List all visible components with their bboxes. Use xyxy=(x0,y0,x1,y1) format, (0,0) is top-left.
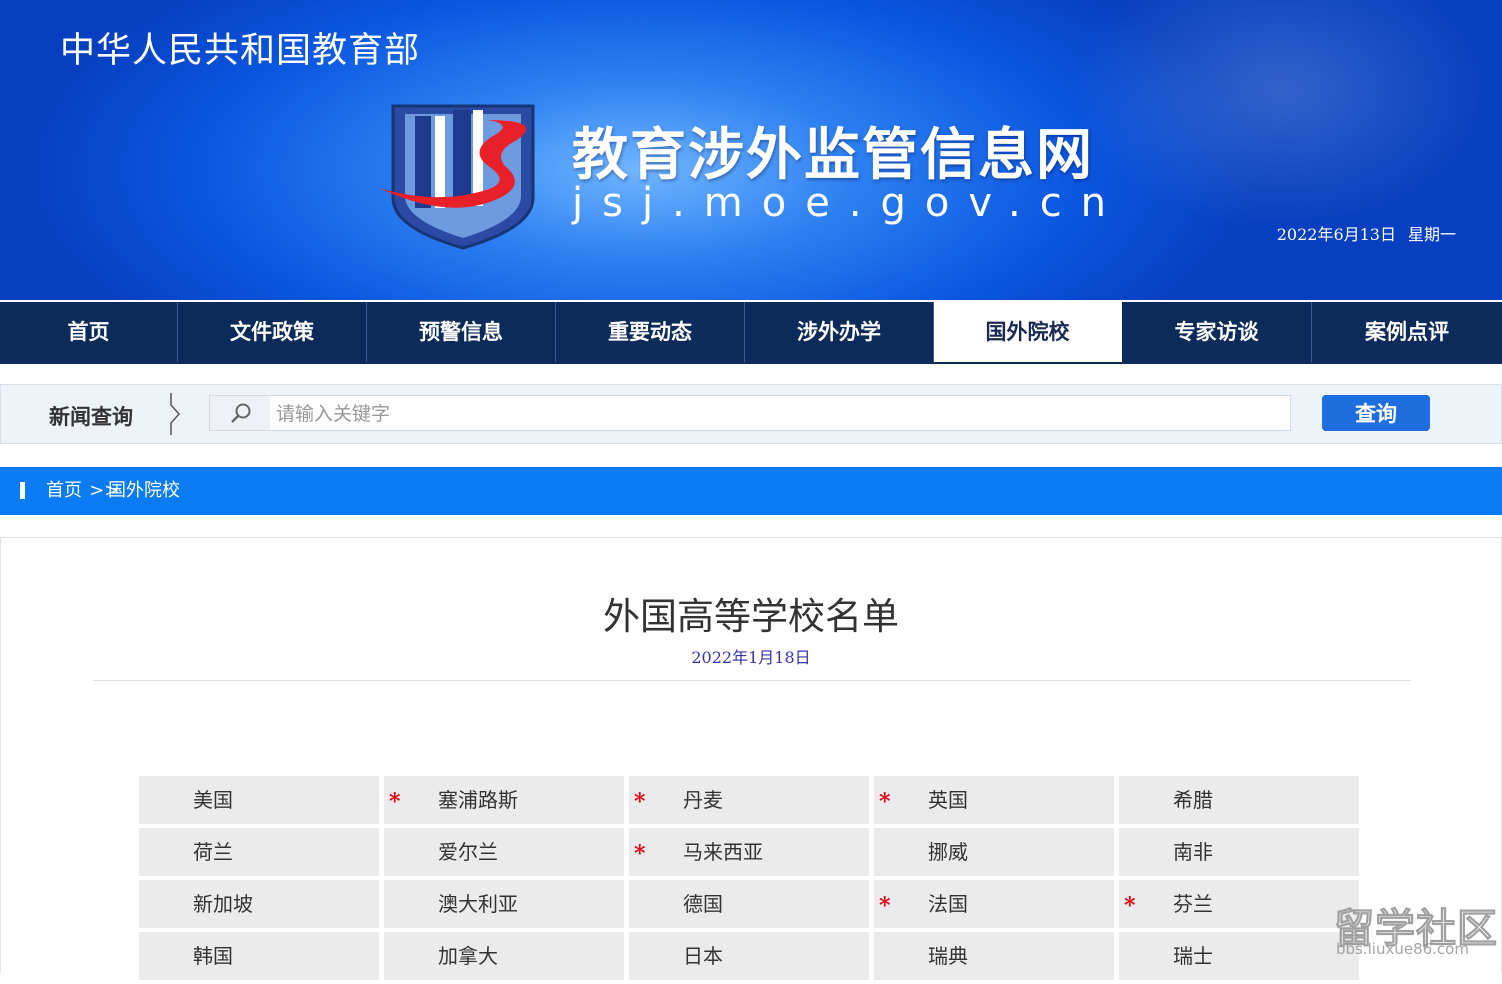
country-name: 韩国 xyxy=(193,944,233,968)
country-name: 希腊 xyxy=(1173,788,1213,812)
country-link[interactable]: 日本 xyxy=(629,932,869,980)
site-watermark: 留学社区 bbs.liuxue86.com xyxy=(1328,896,1498,966)
country-link[interactable]: 德国 xyxy=(629,880,869,928)
asterisk-marker: * xyxy=(634,789,646,815)
country-link[interactable]: 荷兰 xyxy=(139,828,379,876)
nav-item-expert-interviews[interactable]: 专家访谈 xyxy=(1122,302,1312,362)
country-link[interactable]: 挪威 xyxy=(874,828,1114,876)
country-name: 南非 xyxy=(1173,840,1213,864)
nav-item-news[interactable]: 重要动态 xyxy=(556,302,745,362)
country-name: 新加坡 xyxy=(193,892,253,916)
country-link[interactable]: * 英国 xyxy=(874,776,1114,824)
breadcrumb: 首页 >> 国外院校 xyxy=(0,467,1502,515)
country-link[interactable]: 美国 xyxy=(139,776,379,824)
country-name: 英国 xyxy=(928,788,968,812)
asterisk-marker: * xyxy=(879,893,891,919)
country-name: 荷兰 xyxy=(193,840,233,864)
country-name: 澳大利亚 xyxy=(438,892,518,916)
search-button[interactable]: 查询 xyxy=(1322,395,1430,431)
watermark-url: bbs.liuxue86.com xyxy=(1336,940,1469,958)
current-date: 2022年6月13日 星期一 xyxy=(1277,221,1456,245)
site-url: jsj.moe.gov.cn xyxy=(572,180,1126,226)
country-link[interactable]: 新加坡 xyxy=(139,880,379,928)
country-link[interactable]: 南非 xyxy=(1119,828,1359,876)
country-name: 挪威 xyxy=(928,840,968,864)
country-name: 日本 xyxy=(683,944,723,968)
breadcrumb-home-link[interactable]: 首页 xyxy=(46,467,82,515)
country-link[interactable]: * 丹麦 xyxy=(629,776,869,824)
breadcrumb-current-link[interactable]: 国外院校 xyxy=(108,467,180,515)
country-name: 马来西亚 xyxy=(683,840,763,864)
country-link[interactable]: * 塞浦路斯 xyxy=(384,776,624,824)
article-date: 2022年1月18日 xyxy=(691,648,811,667)
country-link[interactable]: 爱尔兰 xyxy=(384,828,624,876)
country-name: 塞浦路斯 xyxy=(438,788,518,812)
site-header: 中华人民共和国教育部 教育涉外监管信息网 jsj.moe.gov.cn 2022… xyxy=(0,0,1502,300)
country-row: 新加坡 澳大利亚 德国 * 法国 * 芬兰 xyxy=(139,880,1359,932)
asterisk-marker: * xyxy=(634,841,646,867)
country-link[interactable]: * 芬兰 xyxy=(1119,880,1359,928)
search-box xyxy=(209,395,1291,432)
country-name: 德国 xyxy=(683,892,723,916)
country-name: 加拿大 xyxy=(438,944,498,968)
search-label: 新闻查询 xyxy=(49,404,133,429)
nav-item-policy[interactable]: 文件政策 xyxy=(178,302,367,362)
country-name: 爱尔兰 xyxy=(438,840,498,864)
weekday-text: 星期一 xyxy=(1407,225,1456,244)
country-row: 美国 * 塞浦路斯 * 丹麦 * 英国 希腊 xyxy=(139,776,1359,828)
country-row: 荷兰 爱尔兰 * 马来西亚 挪威 南非 xyxy=(139,828,1359,880)
country-link[interactable]: 加拿大 xyxy=(384,932,624,980)
country-link[interactable]: * 法国 xyxy=(874,880,1114,928)
nav-item-foreign-institutions[interactable]: 国外院校 xyxy=(934,302,1122,362)
search-input[interactable] xyxy=(274,396,1288,432)
nav-item-case-reviews[interactable]: 案例点评 xyxy=(1312,302,1502,362)
country-name: 法国 xyxy=(928,892,968,916)
country-name: 瑞士 xyxy=(1173,944,1213,968)
asterisk-marker: * xyxy=(1124,893,1136,919)
country-name: 丹麦 xyxy=(683,788,723,812)
country-link[interactable]: 韩国 xyxy=(139,932,379,980)
asterisk-marker: * xyxy=(879,789,891,815)
country-link[interactable]: 瑞士 xyxy=(1119,932,1359,980)
search-icon xyxy=(210,396,270,430)
country-link[interactable]: 希腊 xyxy=(1119,776,1359,824)
country-link[interactable]: 瑞典 xyxy=(874,932,1114,980)
country-name: 美国 xyxy=(193,788,233,812)
date-text: 2022年6月13日 xyxy=(1276,225,1396,244)
country-link[interactable]: * 马来西亚 xyxy=(629,828,869,876)
ministry-name[interactable]: 中华人民共和国教育部 xyxy=(60,22,420,73)
country-table: 美国 * 塞浦路斯 * 丹麦 * 英国 希腊荷兰 爱尔兰 * 马来西亚 挪威 南非新加坡 澳大利亚 德国 * 法… xyxy=(139,776,1359,984)
article-content: 外国高等学校名单 2022年1月18日 美国 * 塞浦路斯 * 丹麦 * 英国 希腊荷兰 爱尔兰… xyxy=(0,537,1502,980)
article-title: 外国高等学校名单 xyxy=(603,595,899,638)
country-name: 瑞典 xyxy=(928,944,968,968)
nav-item-home[interactable]: 首页 xyxy=(0,302,178,362)
breadcrumb-marker xyxy=(20,482,25,499)
site-logo-icon[interactable] xyxy=(375,100,550,250)
chevron-right-icon xyxy=(170,393,181,435)
main-nav: 首页 文件政策 预警信息 重要动态 涉外办学 国外院校 专家访谈 案例点评 xyxy=(0,300,1502,364)
news-search-bar: 新闻查询 查询 xyxy=(0,384,1502,444)
country-name: 芬兰 xyxy=(1173,892,1213,916)
asterisk-marker: * xyxy=(389,789,401,815)
country-link[interactable]: 澳大利亚 xyxy=(384,880,624,928)
country-row: 韩国 加拿大 日本 瑞典 瑞士 xyxy=(139,932,1359,984)
nav-item-warnings[interactable]: 预警信息 xyxy=(367,302,556,362)
site-title[interactable]: 教育涉外监管信息网 xyxy=(572,110,1094,191)
nav-item-foreign-schooling[interactable]: 涉外办学 xyxy=(745,302,934,362)
title-divider xyxy=(93,680,1411,681)
